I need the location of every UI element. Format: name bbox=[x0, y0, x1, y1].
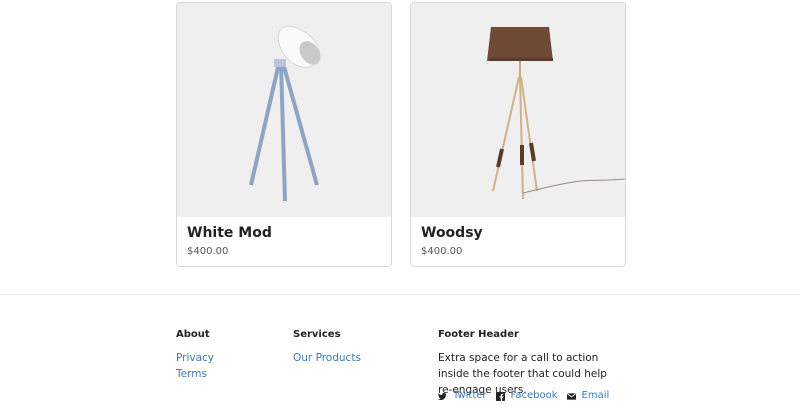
product-price: $400.00 bbox=[187, 246, 229, 257]
product-image-woodsy[interactable] bbox=[411, 3, 625, 217]
product-card-woodsy[interactable]: Woodsy $400.00 bbox=[410, 2, 626, 267]
social-links: Twitter Facebook Email bbox=[438, 389, 618, 403]
footer-cta: Footer Header Extra space for a call to … bbox=[438, 329, 623, 398]
footer-about-header: About bbox=[176, 329, 210, 340]
product-name[interactable]: White Mod bbox=[187, 225, 381, 241]
social-link-twitter[interactable]: Twitter bbox=[453, 389, 487, 403]
facebook-icon bbox=[495, 391, 505, 401]
email-icon bbox=[566, 392, 576, 400]
footer-link-terms[interactable]: Terms bbox=[176, 366, 214, 382]
footer-services-header: Services bbox=[293, 329, 341, 340]
social-link-facebook[interactable]: Facebook bbox=[511, 389, 558, 403]
social-link-email[interactable]: Email bbox=[582, 389, 610, 403]
footer-about: About Privacy Terms bbox=[176, 329, 214, 382]
product-price: $400.00 bbox=[421, 246, 463, 257]
product-card-white-mod[interactable]: White Mod $400.00 bbox=[176, 2, 392, 267]
twitter-icon bbox=[438, 392, 447, 400]
product-name[interactable]: Woodsy bbox=[421, 225, 615, 241]
footer-cta-header: Footer Header bbox=[438, 329, 519, 340]
footer-link-privacy[interactable]: Privacy bbox=[176, 350, 214, 366]
product-image-white-mod[interactable] bbox=[177, 3, 391, 217]
footer-divider bbox=[0, 294, 800, 295]
footer-services: Services Our Products bbox=[293, 329, 361, 366]
footer-link-our-products[interactable]: Our Products bbox=[293, 350, 361, 366]
